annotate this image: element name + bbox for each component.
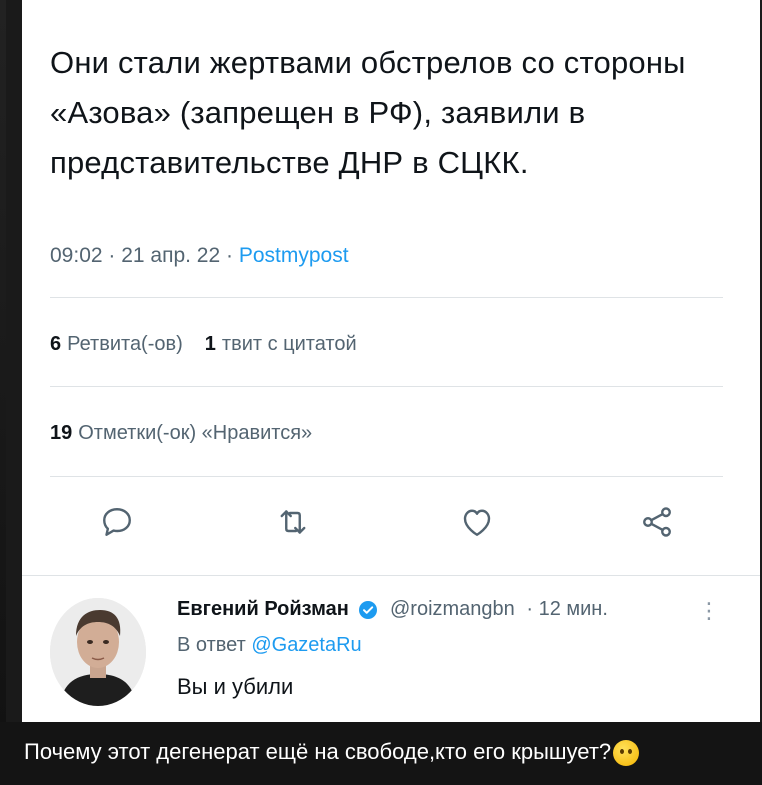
avatar-photo	[50, 598, 146, 706]
reply-text: Вы и убили	[177, 674, 294, 699]
reply-timestamp[interactable]: · 12 мин.	[526, 598, 608, 620]
tweet-meta: 09:02 · 21 апр. 22 · Postmypost	[50, 244, 349, 268]
share-button[interactable]	[635, 498, 679, 546]
caption-text: Почему этот дегенерат ещё на свободе,кто…	[24, 739, 612, 764]
retweets-link[interactable]: 6 Ретвита(-ов)	[50, 333, 183, 355]
divider	[50, 297, 723, 298]
likes-count: 19	[50, 422, 73, 444]
quotes-count: 1	[204, 333, 216, 355]
author-name[interactable]: Евгений Ройзман	[177, 598, 349, 620]
background-strip	[0, 0, 6, 785]
quotes-link[interactable]: 1 твит с цитатой	[205, 333, 357, 355]
reply-tweet[interactable]: Евгений Ройзман @roizmangbn · 12 мин. ⋮ …	[22, 575, 760, 722]
like-button[interactable]	[455, 498, 499, 546]
reply-icon	[103, 508, 131, 536]
retweet-stats: 6 Ретвита(-ов) 1 твит с цитатой	[50, 333, 357, 356]
author-handle[interactable]: @roizmangbn	[390, 598, 515, 620]
tweet-text: Они стали жертвами обстрелов со стороны …	[50, 45, 686, 180]
tweet-card: Они стали жертвами обстрелов со стороны …	[22, 0, 760, 722]
likes-stats[interactable]: 19 Отметки(-ок) «Нравится»	[50, 422, 312, 445]
tweet-source-link[interactable]: Postmypost	[239, 244, 349, 267]
retweet-icon	[280, 510, 306, 534]
avatar[interactable]	[50, 598, 146, 706]
retweets-count: 6	[50, 333, 62, 355]
thinking-face-icon	[613, 740, 640, 767]
tweet-actions-bar	[22, 498, 760, 554]
verified-badge-icon	[359, 600, 378, 619]
tweet-timestamp[interactable]: 09:02 · 21 апр. 22 ·	[50, 244, 239, 267]
share-icon	[643, 507, 671, 537]
likes-label: Отметки(-ок) «Нравится»	[78, 422, 313, 444]
caption: Почему этот дегенерат ещё на свободе,кто…	[24, 739, 640, 767]
in-reply-label: В ответ	[177, 634, 246, 656]
retweet-button[interactable]	[271, 498, 315, 546]
retweets-label: Ретвита(-ов)	[67, 333, 183, 355]
mention-link[interactable]: @GazetaRu	[251, 634, 361, 656]
divider	[50, 476, 723, 477]
divider	[50, 386, 723, 387]
more-options-icon[interactable]: ⋮	[698, 598, 720, 624]
quotes-label: твит с цитатой	[221, 333, 357, 355]
like-icon	[463, 509, 491, 536]
in-reply-to: В ответ @GazetaRu	[177, 634, 362, 657]
reply-button[interactable]	[95, 498, 139, 546]
caption-bar: Почему этот дегенерат ещё на свободе,кто…	[0, 722, 762, 785]
reply-author: Евгений Ройзман @roizmangbn · 12 мин.	[177, 598, 608, 621]
